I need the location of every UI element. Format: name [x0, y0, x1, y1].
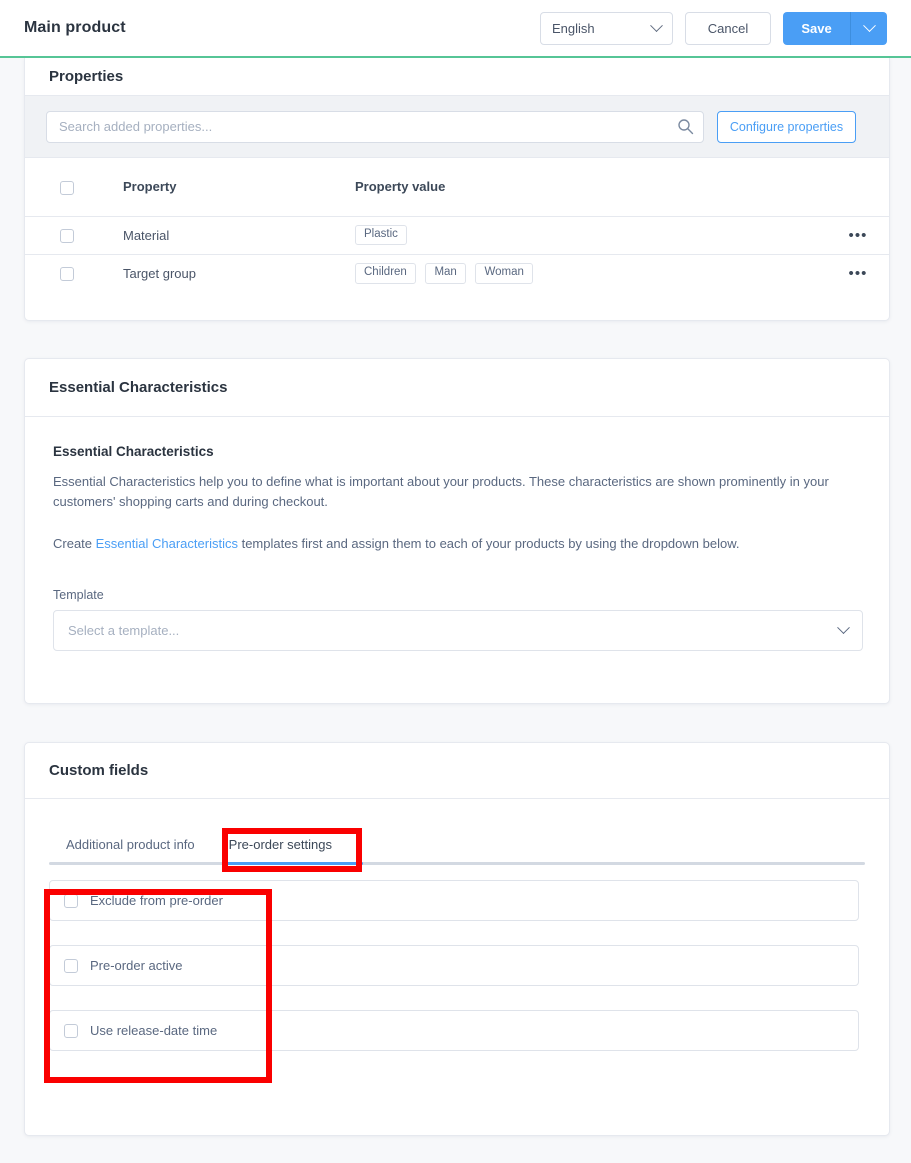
hint-suffix: templates first and assign them to each …: [237, 536, 740, 551]
properties-card-title: Properties: [25, 58, 889, 96]
chevron-down-icon: [650, 18, 663, 32]
row-actions-cell: •••: [827, 253, 889, 292]
value-badge[interactable]: Plastic: [355, 224, 407, 246]
essential-characteristics-body: Essential Characteristics Essential Char…: [25, 417, 889, 651]
custom-fields-tabs-wrap: Additional product info Pre-order settin…: [25, 799, 889, 865]
tab-pre-order-settings[interactable]: Pre-order settings: [212, 837, 349, 865]
row-checkbox-cell: [25, 215, 123, 254]
progress-indicator: [0, 56, 911, 58]
chevron-down-icon: [837, 621, 850, 635]
row-checkbox[interactable]: [60, 228, 74, 243]
custom-fields-card: Custom fields Additional product info Pr…: [24, 742, 890, 1136]
pre-order-active-checkbox[interactable]: [64, 958, 78, 973]
search-box: [46, 110, 704, 143]
essential-characteristics-subtitle: Essential Characteristics: [53, 444, 214, 459]
more-options-icon[interactable]: •••: [848, 265, 867, 282]
properties-table: Property Property value Material Plastic…: [25, 158, 889, 292]
chevron-down-icon: [862, 18, 876, 32]
field-pre-order-active[interactable]: Pre-order active: [49, 945, 859, 986]
cancel-button[interactable]: Cancel: [685, 11, 771, 45]
exclude-from-pre-order-checkbox[interactable]: [64, 893, 78, 908]
tab-additional-product-info[interactable]: Additional product info: [49, 837, 212, 865]
custom-fields-card-title: Custom fields: [25, 743, 889, 799]
pre-order-settings-fields: Exclude from pre-order Pre-order active …: [25, 865, 889, 1051]
properties-search-row: Configure properties: [25, 96, 889, 158]
column-header-property: Property: [123, 179, 177, 195]
essential-characteristics-description: Essential Characteristics help you to de…: [53, 474, 829, 509]
table-row[interactable]: Target group Children Man Woman •••: [25, 253, 889, 292]
select-all-cell: [25, 158, 123, 216]
cell-property-values: Plastic: [355, 215, 827, 254]
row-checkbox[interactable]: [60, 267, 74, 282]
cell-property-name: Target group: [123, 253, 355, 292]
essential-characteristics-link[interactable]: Essential Characteristics: [96, 536, 238, 551]
essential-characteristics-card-title: Essential Characteristics: [25, 359, 889, 417]
pre-order-active-label: Pre-order active: [90, 958, 183, 973]
essential-characteristics-hint: Create Essential Characteristics templat…: [53, 534, 861, 554]
table-row[interactable]: Material Plastic •••: [25, 215, 889, 254]
custom-fields-tabs: Additional product info Pre-order settin…: [49, 827, 865, 865]
row-checkbox-cell: [25, 253, 123, 292]
cell-property-values: Children Man Woman: [355, 253, 827, 292]
top-toolbar: Main product English Cancel Save: [0, 0, 911, 56]
essential-characteristics-card: Essential Characteristics Essential Char…: [24, 358, 890, 704]
field-exclude-from-pre-order[interactable]: Exclude from pre-order: [49, 880, 859, 921]
use-release-date-time-checkbox[interactable]: [64, 1023, 78, 1038]
page-title: Main product: [24, 19, 126, 36]
hint-prefix: Create: [53, 536, 96, 551]
field-use-release-date-time[interactable]: Use release-date time: [49, 1010, 859, 1051]
cell-property-name: Material: [123, 215, 355, 254]
value-badge[interactable]: Woman: [475, 263, 533, 284]
save-button[interactable]: Save: [783, 11, 850, 45]
row-actions-cell: •••: [827, 215, 889, 254]
properties-card: Properties Configure properties Property: [24, 58, 890, 321]
more-options-icon[interactable]: •••: [848, 227, 867, 244]
search-icon[interactable]: [677, 118, 694, 135]
exclude-from-pre-order-label: Exclude from pre-order: [90, 893, 223, 908]
template-select[interactable]: Select a template...: [53, 610, 863, 651]
value-badge[interactable]: Children: [355, 263, 416, 284]
template-field-group: Template Select a template...: [53, 588, 863, 651]
value-badge[interactable]: Man: [425, 263, 466, 284]
template-field-label: Template: [53, 588, 104, 602]
language-select-value: English: [552, 20, 595, 36]
use-release-date-time-label: Use release-date time: [90, 1023, 218, 1038]
search-input[interactable]: [46, 110, 704, 143]
column-header-property-value: Property value: [355, 179, 446, 195]
save-dropdown-button[interactable]: [850, 11, 887, 45]
language-select[interactable]: English: [540, 11, 673, 45]
template-select-placeholder: Select a template...: [68, 623, 180, 638]
table-header-row: Property Property value: [25, 158, 889, 216]
column-header-actions: [827, 158, 889, 216]
tab-active-indicator: [223, 862, 363, 865]
toolbar-actions: English Cancel Save: [540, 11, 887, 45]
save-button-group: Save: [783, 11, 887, 45]
configure-properties-button[interactable]: Configure properties: [717, 110, 856, 143]
select-all-checkbox[interactable]: [60, 180, 74, 195]
tab-rail: [49, 862, 865, 865]
